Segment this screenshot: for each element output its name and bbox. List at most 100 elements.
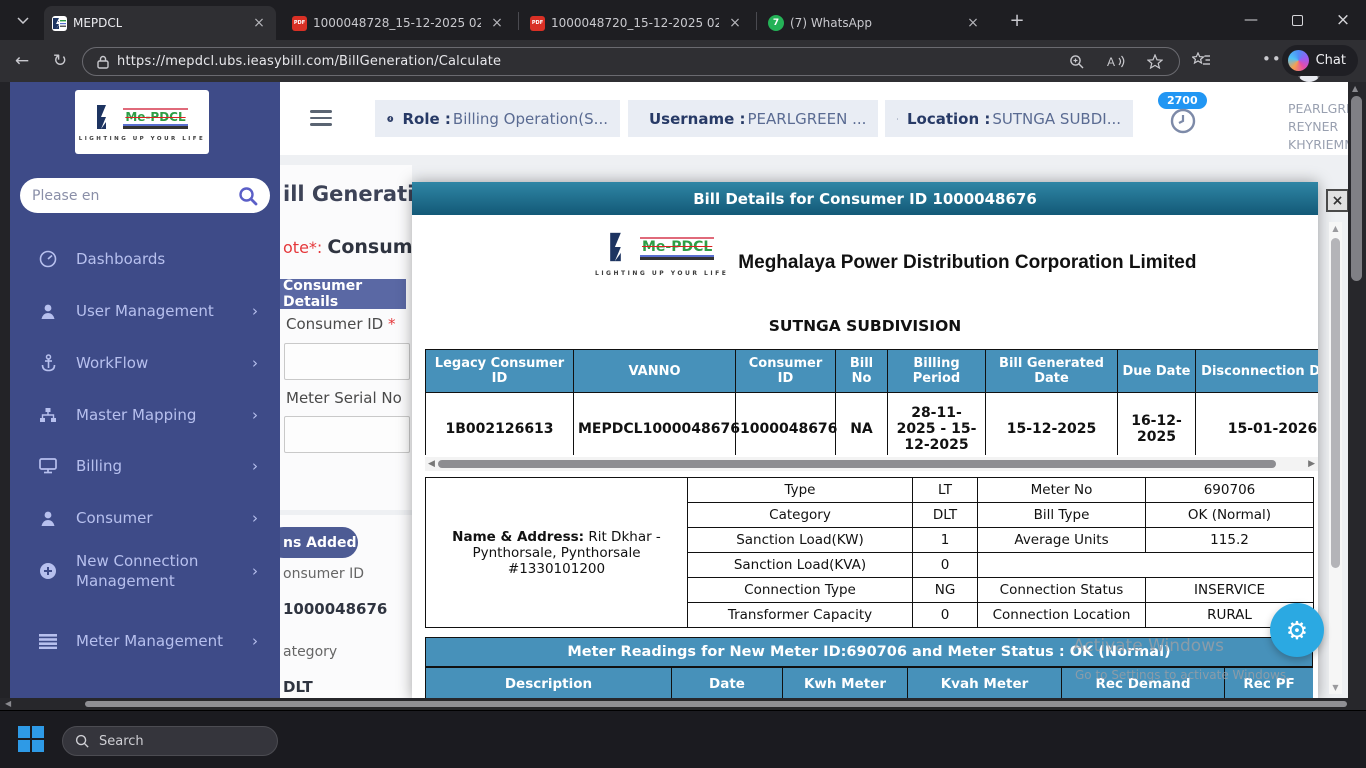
col-header: Consumer ID — [735, 349, 836, 393]
cell: 115.2 — [1145, 527, 1314, 553]
modal-close-button[interactable]: × — [1326, 189, 1349, 212]
taskbar-search[interactable]: Search — [62, 726, 278, 756]
note-body: Consum — [327, 236, 413, 258]
start-button[interactable] — [18, 726, 44, 752]
sidebar-item-user-management[interactable]: User Management › — [10, 298, 280, 324]
anchor-icon — [38, 354, 58, 372]
result-consumer-id-label: onsumer ID — [283, 566, 364, 582]
sidebar-item-consumer[interactable]: Consumer › — [10, 505, 280, 531]
scroll-up-arrow[interactable]: ▲ — [1352, 84, 1358, 93]
back-icon[interactable]: ← — [8, 51, 36, 71]
sidebar-search-input[interactable] — [32, 187, 238, 204]
sidebar-toggle-button[interactable] — [310, 106, 332, 130]
tab-close-icon[interactable]: × — [250, 14, 268, 32]
window-minimize-button[interactable]: — — [1228, 0, 1274, 40]
browser-address-bar: ← ↻ https://mepdcl.ubs.ieasybill.com/Bil… — [0, 40, 1366, 82]
sidebar-item-new-connection-management[interactable]: New Connection Management › — [10, 545, 280, 597]
chevron-right-icon: › — [252, 632, 258, 650]
tab-divider — [518, 12, 519, 30]
session-clock-icon[interactable] — [1170, 108, 1196, 134]
sidebar-item-master-mapping[interactable]: Master Mapping › — [10, 402, 280, 428]
scroll-right-arrow[interactable]: ▶ — [1308, 459, 1315, 469]
scroll-down-arrow[interactable]: ▼ — [1329, 683, 1342, 692]
user-icon — [38, 510, 58, 527]
page-left-edge — [0, 82, 10, 698]
bill-summary-table: Legacy Consumer ID VANNO Consumer ID Bil… — [425, 349, 1318, 455]
company-name: Meghalaya Power Distribution Corporation… — [738, 252, 1197, 273]
tab-actions-menu-button[interactable] — [10, 9, 36, 31]
gear-icon: ⚙ — [1285, 615, 1309, 645]
sidebar-search[interactable] — [20, 178, 270, 213]
sidebar-item-billing[interactable]: Billing › — [10, 453, 280, 479]
col-header: Billing Period — [887, 349, 986, 393]
sidebar-item-label: Dashboards — [76, 250, 166, 268]
read-aloud-icon[interactable]: A — [1107, 54, 1125, 69]
scrollbar-thumb[interactable] — [1351, 96, 1362, 281]
screen: MEPDCL × PDF 1000048728_15-12-2025 02_10… — [0, 0, 1366, 768]
scrollbar-thumb[interactable] — [437, 460, 1276, 468]
copilot-icon — [1287, 50, 1309, 71]
new-tab-button[interactable]: + — [1004, 8, 1030, 32]
cell: 0 — [912, 552, 978, 578]
settings-fab[interactable]: ⚙ — [1270, 603, 1324, 657]
cell: Sanction Load(KW) — [687, 527, 913, 553]
chevron-right-icon: › — [252, 302, 258, 320]
lock-icon — [97, 55, 109, 69]
bill-table-horizontal-scrollbar[interactable]: ◀ ▶ — [425, 457, 1318, 471]
bill-generation-panel — [272, 165, 412, 510]
tab-close-icon[interactable]: × — [964, 14, 982, 32]
tab-close-icon[interactable]: × — [488, 14, 506, 32]
copilot-chat-button[interactable]: Chat — [1281, 45, 1358, 76]
refresh-icon[interactable]: ↻ — [46, 51, 74, 71]
subdivision-title: SUTNGA SUBDIVISION — [768, 317, 962, 335]
logo-tagline: LIGHTING UP YOUR LIFE — [78, 135, 206, 142]
table-header-row: Legacy Consumer ID VANNO Consumer ID Bil… — [425, 349, 1318, 393]
cell: Connection Type — [687, 577, 913, 603]
cell: Meter No — [977, 477, 1146, 503]
sidebar-logo: Me-PDCL LIGHTING UP YOUR LIFE — [75, 90, 209, 154]
cell: Average Units — [977, 527, 1146, 553]
tab-whatsapp[interactable]: 7 (7) WhatsApp × — [760, 6, 990, 40]
scroll-left-arrow[interactable]: ◀ — [5, 699, 11, 708]
monitor-icon — [38, 458, 58, 474]
sidebar-item-workflow[interactable]: WorkFlow › — [10, 350, 280, 376]
col-header: Legacy Consumer ID — [425, 349, 574, 393]
sidebar-item-dashboards[interactable]: Dashboards — [10, 246, 280, 272]
browser-vertical-scrollbar[interactable]: ▲ — [1348, 82, 1366, 698]
scroll-left-arrow[interactable]: ◀ — [428, 459, 435, 469]
sidebar-item-label: Master Mapping — [76, 406, 197, 424]
tab-close-icon[interactable]: × — [726, 14, 744, 32]
cell: MEPDCL1000048676 — [573, 392, 740, 455]
favorite-star-icon[interactable] — [1147, 54, 1163, 69]
url-field[interactable]: https://mepdcl.ubs.ieasybill.com/BillGen… — [82, 47, 1180, 76]
scrollbar-thumb[interactable] — [85, 701, 1347, 707]
favorites-collections-icon[interactable] — [1192, 52, 1211, 69]
search-icon[interactable] — [238, 186, 258, 206]
meter-serial-input[interactable] — [284, 416, 410, 453]
bill-summary-table-wrap: Legacy Consumer ID VANNO Consumer ID Bil… — [425, 349, 1318, 455]
window-maximize-button[interactable] — [1274, 0, 1320, 40]
cell: OK (Normal) — [1145, 502, 1314, 528]
scroll-up-arrow[interactable]: ▲ — [1329, 224, 1342, 233]
tab-mepdcl[interactable]: MEPDCL × — [44, 6, 276, 40]
window-close-button[interactable]: × — [1320, 0, 1366, 40]
sidebar-item-meter-management[interactable]: Meter Management › — [10, 628, 280, 654]
scrollbar-thumb[interactable] — [1331, 238, 1340, 568]
table-row: 1B002126613 MEPDCL1000048676 1000048676 … — [425, 392, 1318, 455]
modal-vertical-scrollbar[interactable]: ▲ ▼ — [1329, 222, 1342, 694]
search-icon — [75, 734, 89, 748]
location-badge: Location : SUTNGA SUBDI... — [885, 100, 1133, 137]
pdf-icon: PDF — [292, 15, 307, 31]
tab-pdf-2[interactable]: PDF 1000048720_15-12-2025 02_08_32 × — [522, 6, 752, 40]
cell: DLT — [912, 502, 978, 528]
consumer-id-input[interactable] — [284, 343, 410, 380]
browser-horizontal-scrollbar[interactable]: ◀ — [0, 698, 1366, 710]
zoom-icon[interactable] — [1069, 54, 1085, 70]
consumer-id-label: Consumer ID * — [286, 315, 396, 333]
tab-pdf-1[interactable]: PDF 1000048728_15-12-2025 02_10_54 × — [284, 6, 514, 40]
result-category-label: ategory — [283, 644, 338, 660]
col-header: VANNO — [573, 349, 736, 393]
list-icon — [38, 633, 58, 649]
cell: Type — [687, 477, 913, 503]
cell: 16-12-2025 — [1117, 392, 1196, 455]
